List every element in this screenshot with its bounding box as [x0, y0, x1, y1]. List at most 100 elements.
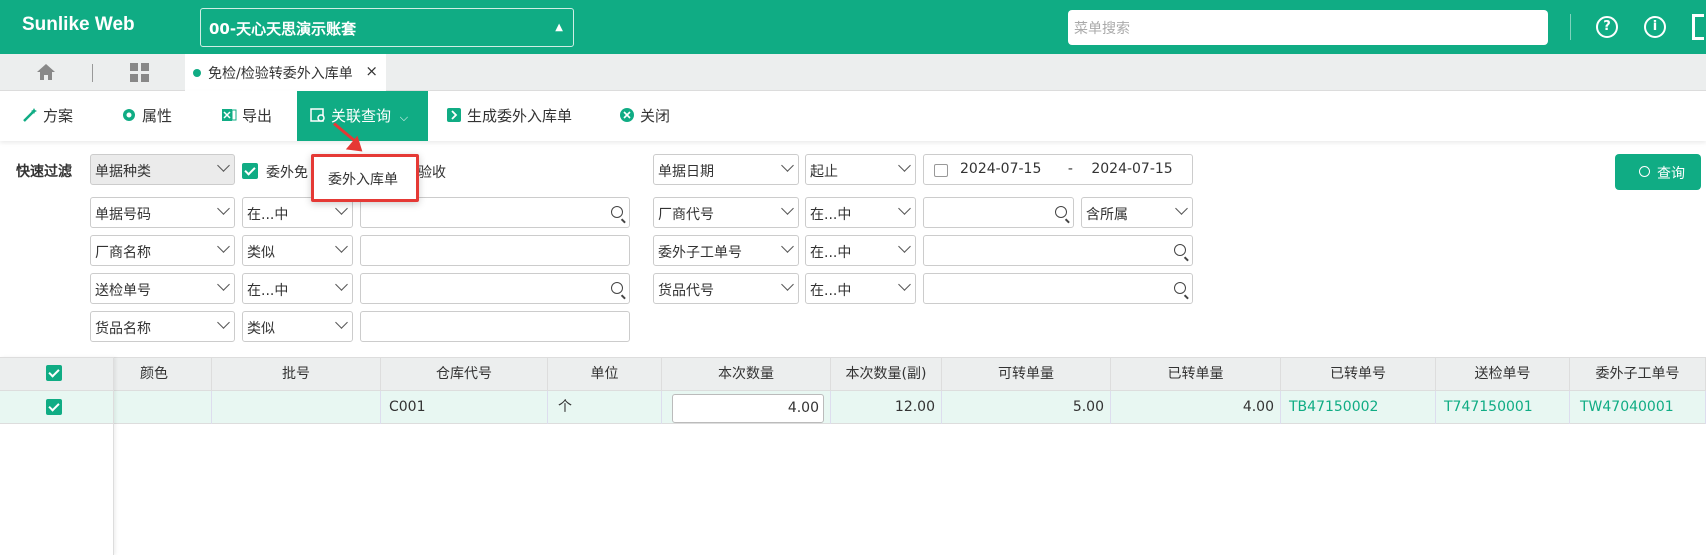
cell-qty-secondary: 12.00 — [831, 391, 942, 424]
tab-label: 免检/检验转委外入库单 — [208, 66, 353, 82]
filter-field-select[interactable]: 委外子工单号 — [653, 235, 799, 266]
search-icon[interactable] — [1174, 282, 1186, 294]
scheme-label: 方案 — [43, 107, 74, 125]
close-button[interactable]: 关闭 — [619, 91, 670, 141]
filter-field-select[interactable]: 货品名称 — [90, 311, 235, 342]
menu-item-outsource-receipt[interactable]: 委外入库单 — [328, 172, 398, 188]
cell-qty[interactable]: 4.00 — [662, 391, 831, 424]
filter-field-select[interactable]: 单据号码 — [90, 197, 235, 228]
export-button[interactable]: 导出 — [221, 91, 272, 141]
checkbox-outsource-exempt[interactable] — [242, 163, 258, 179]
tab-bar: 免检/检验转委外入库单 × — [0, 54, 1706, 91]
query-button[interactable]: 查询 — [1615, 154, 1701, 190]
filter-field-select[interactable]: 送检单号 — [90, 273, 235, 304]
search-icon — [1639, 166, 1650, 177]
filter-op-select[interactable]: 在...中 — [242, 273, 353, 304]
related-query-button[interactable]: 关联查询 ⌵ — [297, 91, 428, 141]
date-separator: - — [1067, 161, 1073, 177]
field-value: 货品名称 — [95, 321, 151, 337]
cell-inspection-no[interactable]: T747150001 — [1436, 391, 1570, 424]
filter-op-select[interactable]: 类似 — [242, 235, 353, 266]
search-icon[interactable] — [1055, 206, 1067, 218]
chevron-down-icon — [898, 202, 911, 215]
date-range-input[interactable]: 2024-07-15 - 2024-07-15 — [923, 154, 1193, 185]
chevron-down-icon — [335, 240, 348, 253]
chevron-down-icon — [217, 240, 230, 253]
home-icon[interactable] — [36, 63, 56, 81]
filter-op-select[interactable]: 起止 — [805, 154, 916, 185]
field-value: 送检单号 — [95, 283, 151, 299]
account-name: 00-天心天思演示账套 — [209, 20, 357, 38]
column-header[interactable]: 单位 — [548, 358, 662, 391]
field-value: 单据号码 — [95, 207, 151, 223]
column-header[interactable]: 仓库代号 — [381, 358, 548, 391]
close-label: 关闭 — [640, 107, 671, 125]
op-value: 在...中 — [247, 283, 289, 299]
chevron-down-icon — [898, 278, 911, 291]
fullscreen-icon[interactable] — [1692, 14, 1704, 40]
column-header[interactable]: 批号 — [212, 358, 381, 391]
goods-code-input[interactable] — [923, 273, 1193, 304]
tab-document[interactable]: 免检/检验转委外入库单 × — [185, 54, 386, 91]
close-tab-icon[interactable]: × — [365, 62, 378, 80]
info-icon[interactable]: i — [1644, 16, 1666, 38]
active-dot-icon — [193, 69, 201, 77]
filter-field-select[interactable]: 单据日期 — [653, 154, 799, 185]
inspection-no-input[interactable] — [360, 273, 630, 304]
field-value: 厂商名称 — [95, 245, 151, 261]
column-header[interactable]: 委外子工单号 — [1570, 358, 1706, 391]
date-from: 2024-07-15 — [960, 161, 1042, 177]
chevron-down-icon: ⌵ — [399, 111, 409, 124]
doc-kind-value: 单据种类 — [95, 164, 151, 180]
doc-kind-select[interactable]: 单据种类 — [90, 154, 235, 185]
search-icon[interactable] — [1174, 244, 1186, 256]
column-header[interactable]: 本次数量(副) — [831, 358, 942, 391]
search-icon[interactable] — [611, 282, 623, 294]
cell-sub-order-no[interactable]: TW47040001 — [1570, 391, 1706, 424]
column-header[interactable]: 颜色 — [114, 358, 212, 391]
query-label: 查询 — [1657, 166, 1685, 182]
filter-field-select[interactable]: 厂商代号 — [653, 197, 799, 228]
op-value: 类似 — [247, 245, 275, 261]
close-circle-icon — [620, 108, 634, 122]
include-sub-select[interactable]: 含所属 — [1081, 197, 1193, 228]
row-checkbox[interactable] — [46, 399, 62, 415]
filter-op-select[interactable]: 在...中 — [805, 235, 916, 266]
properties-button[interactable]: 属性 — [121, 91, 172, 141]
table-row[interactable]: C001 个 4.00 12.00 5.00 4.00 TB47150002 T… — [0, 391, 1706, 424]
vendor-code-input[interactable] — [923, 197, 1074, 228]
search-icon[interactable] — [611, 206, 623, 218]
toolbar: 方案 属性 导出 关联查询 ⌵ 生成委外入库单 关闭 — [0, 91, 1706, 141]
chevron-down-icon — [335, 202, 348, 215]
cell-unit: 个 — [548, 391, 662, 424]
column-header[interactable]: 已转单量 — [1111, 358, 1281, 391]
column-header[interactable]: 已转单号 — [1281, 358, 1436, 391]
menu-search-input[interactable]: 菜单搜索 — [1068, 10, 1548, 45]
chevron-down-icon — [898, 240, 911, 253]
column-header[interactable]: 送检单号 — [1436, 358, 1570, 391]
select-all-checkbox[interactable] — [46, 365, 62, 381]
account-selector[interactable]: 00-天心天思演示账套 ▲ — [200, 8, 574, 47]
qty-input[interactable]: 4.00 — [672, 394, 824, 423]
help-icon[interactable]: ? — [1596, 16, 1618, 38]
divider — [1570, 14, 1571, 40]
filter-op-select[interactable]: 在...中 — [805, 273, 916, 304]
cell-transferred-no[interactable]: TB47150002 — [1281, 391, 1436, 424]
column-header[interactable]: 本次数量 — [662, 358, 831, 391]
sub-work-order-input[interactable] — [923, 235, 1193, 266]
vendor-name-input[interactable] — [360, 235, 630, 266]
apps-grid-icon[interactable] — [130, 63, 150, 83]
op-value: 起止 — [810, 164, 838, 180]
scheme-button[interactable]: 方案 — [22, 91, 73, 141]
goods-name-input[interactable] — [360, 311, 630, 342]
include-sub-value: 含所属 — [1086, 207, 1128, 223]
related-query-menu: 委外入库单 — [311, 154, 419, 202]
chevron-down-icon — [217, 159, 230, 172]
chevron-down-icon — [1175, 202, 1188, 215]
filter-op-select[interactable]: 在...中 — [805, 197, 916, 228]
column-header[interactable]: 可转单量 — [942, 358, 1111, 391]
generate-button[interactable]: 生成委外入库单 — [446, 91, 572, 141]
filter-field-select[interactable]: 货品代号 — [653, 273, 799, 304]
filter-field-select[interactable]: 厂商名称 — [90, 235, 235, 266]
filter-op-select[interactable]: 类似 — [242, 311, 353, 342]
